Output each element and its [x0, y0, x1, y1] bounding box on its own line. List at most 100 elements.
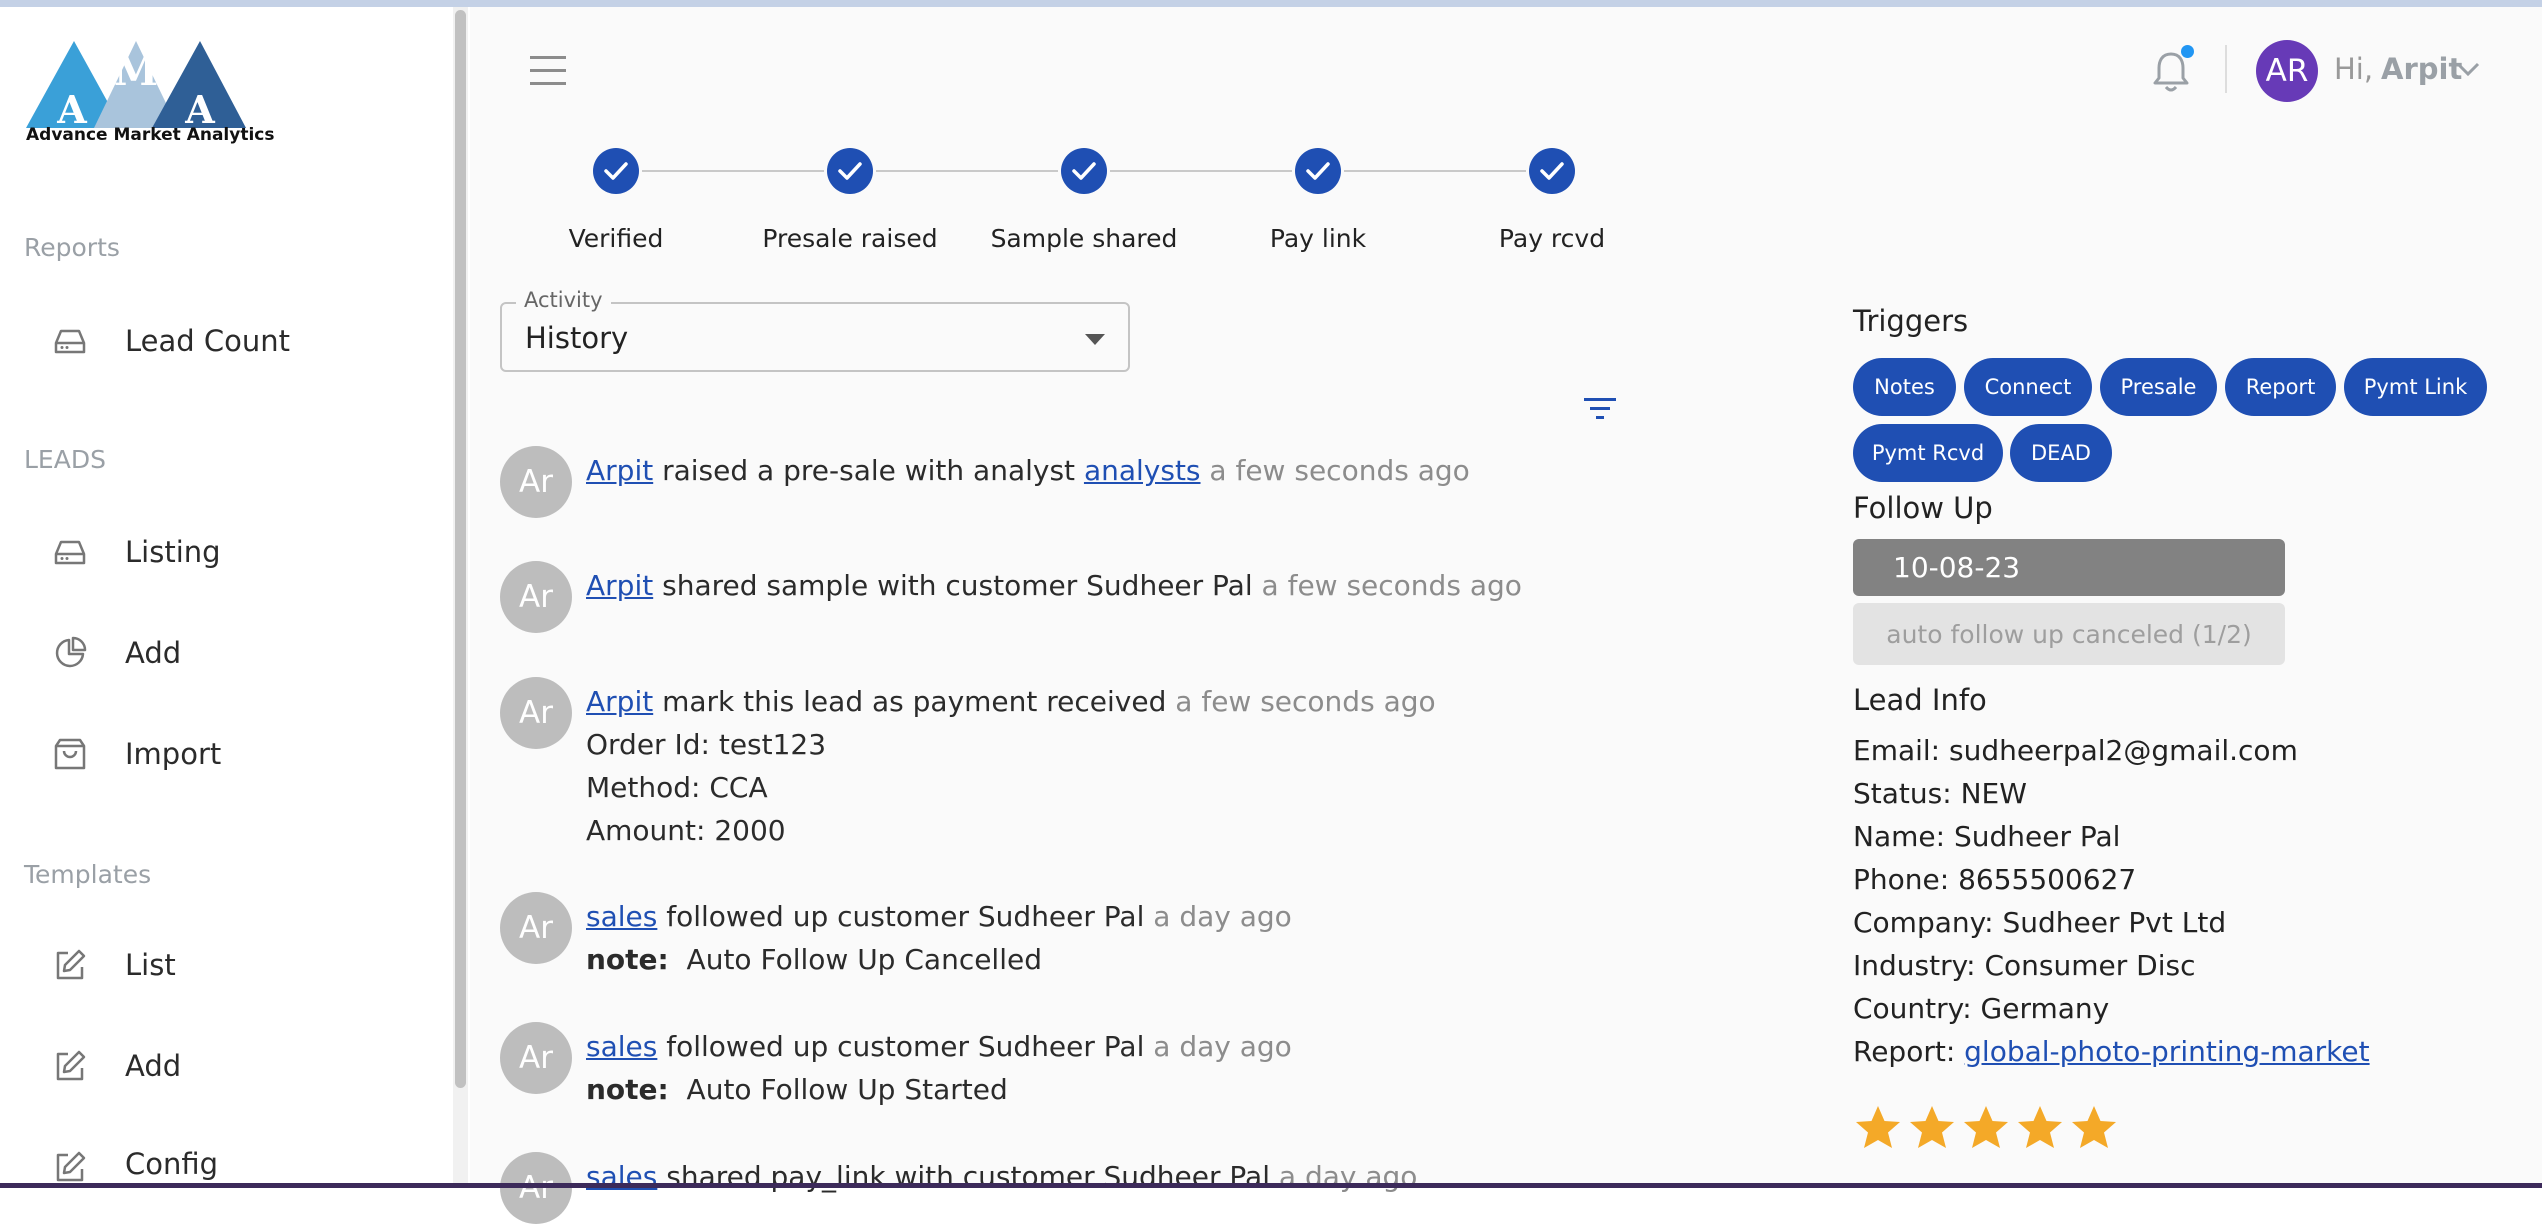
lead-info-label: Name: — [1853, 820, 1954, 853]
lead-info-row: Report: global-photo-printing-market — [1853, 1035, 2370, 1068]
note-text: Auto Follow Up Cancelled — [668, 943, 1042, 976]
sidebar-item-lead-count[interactable]: Lead Count — [50, 311, 290, 371]
lead-info-row: Country: Germany — [1853, 992, 2109, 1025]
history-user-link[interactable]: sales — [586, 1030, 657, 1063]
history-user-link[interactable]: sales — [586, 1160, 657, 1193]
pie-chart-icon — [50, 633, 90, 673]
step-connector — [1344, 170, 1526, 172]
history-text: raised a pre-sale with analyst — [653, 454, 1084, 487]
history-avatar: Ar — [500, 446, 572, 518]
sidebar-item-label: Config — [125, 1147, 219, 1181]
sidebar-item-template-list[interactable]: List — [50, 935, 176, 995]
history-detail: Method: CCA — [586, 771, 768, 804]
trigger-chip-report[interactable]: Report — [2225, 358, 2336, 416]
trigger-chip-presale[interactable]: Presale — [2100, 358, 2217, 416]
sidebar-item-label: Lead Count — [125, 324, 291, 358]
user-avatar[interactable]: AR — [2256, 40, 2318, 102]
user-name[interactable]: Arpit — [2381, 52, 2462, 86]
lead-info-value: Germany — [1980, 992, 2110, 1025]
lead-info-label: Email: — [1853, 734, 1950, 767]
chevron-down-icon[interactable] — [2455, 60, 2481, 78]
step-4-check-icon[interactable] — [1295, 148, 1341, 194]
activity-select-label: Activity — [516, 288, 611, 312]
sidebar-item-label: Add — [125, 1049, 182, 1083]
lead-info-label: Country: — [1853, 992, 1981, 1025]
step-connector — [642, 170, 824, 172]
history-text: mark this lead as payment received — [653, 685, 1167, 718]
star-icon[interactable] — [2015, 1103, 2065, 1153]
edit-icon — [50, 1147, 90, 1183]
step-label: Sample shared — [990, 224, 1178, 253]
sidebar-scrollbar-thumb[interactable] — [455, 10, 466, 1088]
lead-info-value: 8655500627 — [1958, 863, 2137, 896]
sidebar-item-template-add[interactable]: Add — [50, 1036, 181, 1096]
history-entry: Arpit shared sample with customer Sudhee… — [586, 569, 1522, 602]
trigger-chip-dead[interactable]: DEAD — [2010, 424, 2112, 482]
history-avatar: Ar — [500, 892, 572, 964]
lead-rating[interactable] — [1853, 1103, 2119, 1153]
lead-info-row: Status: NEW — [1853, 777, 2027, 810]
trigger-chip-pymt-link[interactable]: Pymt Link — [2344, 358, 2487, 416]
sidebar-item-config[interactable]: Config — [50, 1137, 218, 1183]
step-5-check-icon[interactable] — [1529, 148, 1575, 194]
star-icon[interactable] — [1961, 1103, 2011, 1153]
star-icon[interactable] — [1853, 1103, 1903, 1153]
lead-info-value: NEW — [1960, 777, 2027, 810]
triggers-title: Triggers — [1853, 304, 1969, 338]
history-user-link[interactable]: Arpit — [586, 454, 653, 487]
trigger-chip-pymt-rcvd[interactable]: Pymt Rcvd — [1853, 424, 2003, 482]
lead-info-row: Name: Sudheer Pal — [1853, 820, 2120, 853]
star-icon[interactable] — [1907, 1103, 1957, 1153]
history-user-link[interactable]: Arpit — [586, 685, 653, 718]
hamburger-icon — [530, 56, 566, 85]
edit-icon — [50, 945, 90, 985]
activity-select-value: History — [525, 321, 629, 355]
step-2-check-icon[interactable] — [827, 148, 873, 194]
history-user-link[interactable]: sales — [586, 900, 657, 933]
lead-info-value: Sudheer Pal — [1953, 820, 2121, 853]
sidebar-item-label: Add — [125, 636, 182, 670]
history-entry: sales followed up customer Sudheer Pal a… — [586, 1030, 1292, 1063]
brand-logo[interactable]: A M A Advance Market Analytics — [24, 33, 275, 151]
step-connector — [1110, 170, 1292, 172]
trigger-chip-notes[interactable]: Notes — [1853, 358, 1956, 416]
follow-up-date[interactable]: 10-08-23 — [1853, 539, 2285, 596]
lead-info-row: Phone: 8655500627 — [1853, 863, 2136, 896]
report-link[interactable]: global-photo-printing-market — [1964, 1035, 2369, 1068]
history-user-link[interactable]: Arpit — [586, 569, 653, 602]
trigger-chip-connect[interactable]: Connect — [1964, 358, 2092, 416]
menu-toggle-button[interactable] — [526, 54, 570, 88]
step-label: Pay rcvd — [1498, 224, 1606, 253]
lead-info-row: Email: sudheerpal2@gmail.com — [1853, 734, 2298, 767]
history-avatar: Ar — [500, 677, 572, 749]
sidebar-item-import[interactable]: Import — [50, 724, 221, 784]
inbox-icon — [50, 321, 90, 361]
lead-info-title: Lead Info — [1853, 683, 1987, 717]
sidebar-item-label: List — [125, 948, 176, 982]
lead-info-row: Industry: Consumer Disc — [1853, 949, 2195, 982]
lead-info-label: Report: — [1853, 1035, 1965, 1068]
history-text: followed up customer Sudheer Pal — [657, 1030, 1145, 1063]
history-detail: Order Id: test123 — [586, 728, 827, 761]
step-3-check-icon[interactable] — [1061, 148, 1107, 194]
history-note: note: Auto Follow Up Cancelled — [586, 943, 1042, 976]
step-label: Verified — [568, 224, 664, 253]
star-icon[interactable] — [2069, 1103, 2119, 1153]
sidebar-item-add-lead[interactable]: Add — [50, 623, 181, 683]
history-text: followed up customer Sudheer Pal — [657, 900, 1145, 933]
window-top-edge — [0, 0, 2542, 7]
follow-up-title: Follow Up — [1853, 491, 1993, 525]
inbox-icon — [50, 532, 90, 572]
filter-icon[interactable] — [1582, 394, 1618, 424]
history-user-link[interactable]: analysts — [1084, 454, 1201, 487]
lead-info-label: Phone: — [1853, 863, 1959, 896]
sidebar — [0, 7, 447, 1183]
lead-info-label: Industry: — [1853, 949, 1985, 982]
window-bottom-edge — [0, 1183, 2542, 1188]
svg-text:M: M — [114, 48, 158, 95]
sidebar-item-label: Import — [125, 737, 222, 771]
sidebar-item-listing[interactable]: Listing — [50, 522, 221, 582]
brand-name: Advance Market Analytics — [26, 125, 275, 145]
history-entry: Arpit raised a pre-sale with analyst ana… — [586, 454, 1470, 487]
step-1-check-icon[interactable] — [593, 148, 639, 194]
